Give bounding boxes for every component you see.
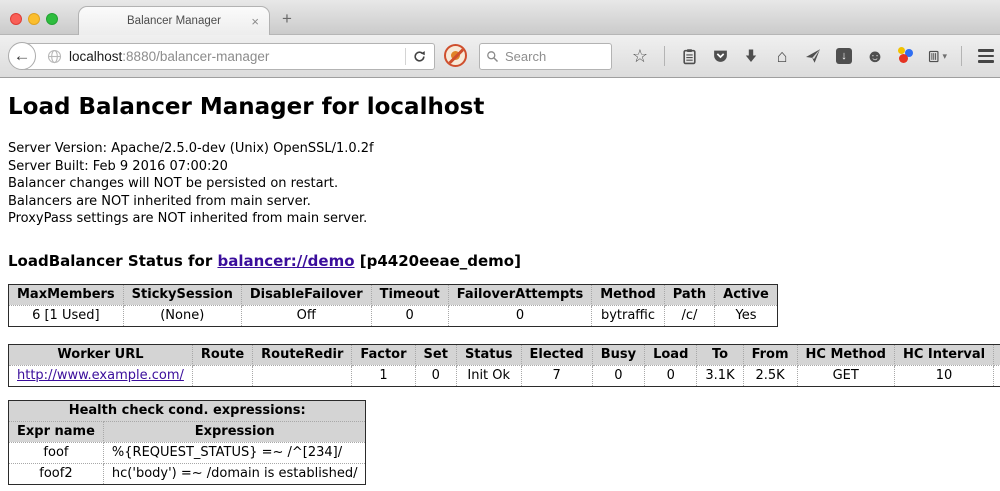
colored-dots-addon-icon[interactable] (896, 46, 916, 66)
send-plane-icon[interactable] (803, 46, 823, 66)
browser-window: Balancer Manager × + localhost:8880/bala… (0, 0, 1000, 491)
col-hc-interval: HC Interval (894, 344, 993, 365)
chat-smiley-icon[interactable]: ☻ (865, 46, 885, 66)
tab-close-icon[interactable]: × (251, 14, 259, 29)
home-icon[interactable]: ⌂ (772, 46, 792, 66)
table-header-row: MaxMembers StickySession DisableFailover… (9, 284, 778, 305)
site-identity-globe-icon[interactable] (47, 49, 62, 64)
url-host: localhost (69, 49, 122, 64)
health-table-title: Health check cond. expressions: (9, 400, 366, 421)
col-route: Route (192, 344, 252, 365)
back-button[interactable]: ← (8, 42, 36, 70)
menu-hamburger-icon[interactable] (976, 46, 996, 66)
col-busy: Busy (592, 344, 644, 365)
server-version-line: Server Version: Apache/2.5.0-dev (Unix) … (8, 140, 992, 158)
col-to: To (697, 344, 743, 365)
container-addon-icon[interactable]: ▾ (927, 46, 947, 66)
col-passes: Passes (994, 344, 1000, 365)
table-header-row: Expr name Expression (9, 421, 366, 442)
health-table-title-row: Health check cond. expressions: (9, 400, 366, 421)
col-path: Path (664, 284, 714, 305)
url-text: localhost:8880/balancer-manager (69, 49, 399, 64)
col-from: From (743, 344, 797, 365)
col-worker-url: Worker URL (9, 344, 193, 365)
balancer-demo-link[interactable]: balancer://demo (217, 252, 354, 270)
col-factor: Factor (352, 344, 415, 365)
loadbalancer-status-heading: LoadBalancer Status for balancer://demo … (8, 252, 992, 270)
search-icon (486, 50, 499, 63)
col-set: Set (415, 344, 456, 365)
plugin-blocked-icon[interactable] (444, 44, 467, 67)
page-title: Load Balancer Manager for localhost (8, 94, 992, 120)
page-content: Load Balancer Manager for localhost Serv… (0, 78, 1000, 491)
window-zoom-button[interactable] (46, 13, 58, 25)
col-disablefailover: DisableFailover (241, 284, 371, 305)
col-elected: Elected (521, 344, 592, 365)
new-tab-button[interactable]: + (282, 9, 292, 29)
col-hc-method: HC Method (797, 344, 894, 365)
navigation-toolbar: localhost:8880/balancer-manager ← Search… (0, 35, 1000, 78)
clipboard-icon[interactable] (679, 46, 699, 66)
tab-bar: Balancer Manager × + (0, 0, 1000, 35)
download-icon[interactable] (741, 46, 761, 66)
window-minimize-button[interactable] (28, 13, 40, 25)
col-routeredir: RouteRedir (253, 344, 352, 365)
col-expr-name: Expr name (9, 421, 104, 442)
addon-download-icon[interactable]: ↓ (834, 46, 854, 66)
col-method: Method (592, 284, 664, 305)
proxypass-notice-line: ProxyPass settings are NOT inherited fro… (8, 210, 992, 228)
toolbar-separator (961, 46, 962, 66)
col-active: Active (715, 284, 778, 305)
table-header-row: Worker URL Route RouteRedir Factor Set S… (9, 344, 1000, 365)
server-built-line: Server Built: Feb 9 2016 07:00:20 (8, 158, 992, 176)
persist-notice-line: Balancer changes will NOT be persisted o… (8, 175, 992, 193)
col-load: Load (645, 344, 697, 365)
reload-icon[interactable] (412, 49, 427, 64)
col-maxmembers: MaxMembers (9, 284, 124, 305)
worker-row: http://www.example.com/ 1 0 Init Ok 7 0 … (9, 365, 1000, 386)
toolbar-separator (664, 46, 665, 66)
tab-balancer-manager[interactable]: Balancer Manager × (78, 6, 270, 35)
url-path: :8880/balancer-manager (122, 49, 269, 64)
pocket-icon[interactable] (710, 46, 730, 66)
table-row: 6 [1 Used] (None) Off 0 0 bytraffic /c/ … (9, 305, 778, 326)
col-timeout: Timeout (371, 284, 448, 305)
col-stickysession: StickySession (123, 284, 241, 305)
health-check-table: Health check cond. expressions: Expr nam… (8, 400, 366, 485)
bookmark-star-icon[interactable]: ☆ (630, 46, 650, 66)
worker-url-link[interactable]: http://www.example.com/ (17, 368, 184, 383)
col-expression: Expression (103, 421, 366, 442)
window-close-button[interactable] (10, 13, 22, 25)
chevron-down-icon[interactable]: ▾ (942, 51, 947, 62)
search-placeholder: Search (505, 49, 546, 64)
url-bar[interactable]: localhost:8880/balancer-manager (22, 43, 435, 70)
col-status: Status (456, 344, 521, 365)
health-row-foof2: foof2 hc('body') =~ /domain is establish… (9, 463, 366, 484)
toolbar-icons: ☆ ⌂ ↓ ☻ ▾ (630, 42, 1000, 70)
worker-table: Worker URL Route RouteRedir Factor Set S… (8, 344, 1000, 387)
search-input[interactable]: Search (479, 43, 612, 70)
tab-title: Balancer Manager (127, 15, 221, 27)
health-row-foof: foof %{REQUEST_STATUS} =~ /^[234]/ (9, 442, 366, 463)
urlbar-divider (405, 48, 406, 65)
balancer-settings-table: MaxMembers StickySession DisableFailover… (8, 284, 778, 327)
col-failoverattempts: FailoverAttempts (448, 284, 592, 305)
inherit-notice-line: Balancers are NOT inherited from main se… (8, 193, 992, 211)
